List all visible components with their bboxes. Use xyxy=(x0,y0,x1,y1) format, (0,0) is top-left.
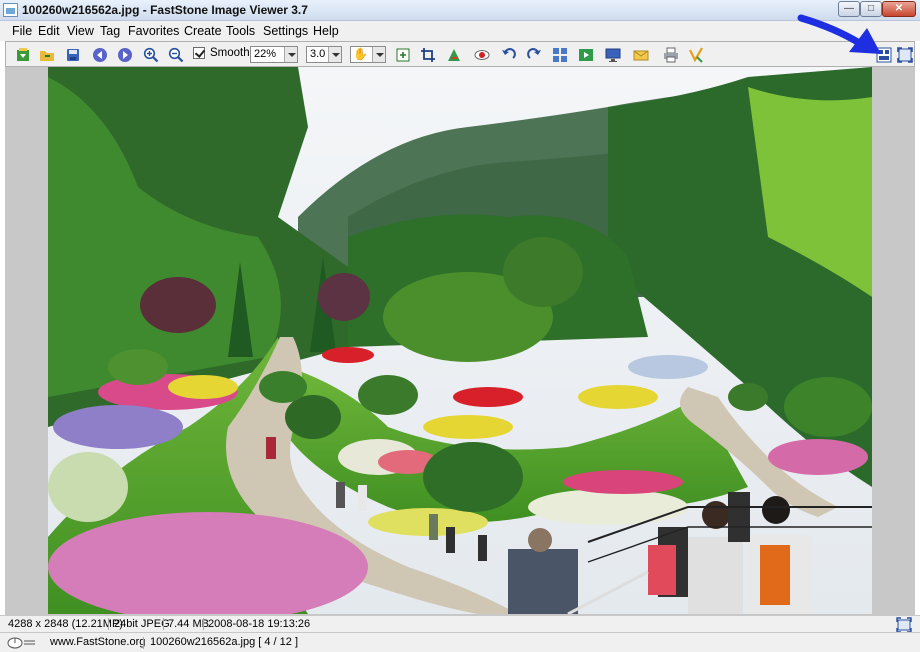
gamma-combo[interactable]: 3.0 xyxy=(306,46,342,63)
website-link[interactable]: www.FastStone.org xyxy=(50,636,145,648)
hand-tool-icon: ✋ xyxy=(353,47,368,61)
chevron-down-icon[interactable] xyxy=(328,47,341,62)
status-separator xyxy=(203,618,204,630)
slideshow-icon[interactable] xyxy=(577,46,594,63)
menu-tools[interactable]: Tools xyxy=(226,24,255,38)
red-eye-icon[interactable] xyxy=(473,46,490,63)
menu-create[interactable]: Create xyxy=(184,24,222,38)
close-button[interactable]: ✕ xyxy=(882,1,916,17)
wallpaper-icon[interactable] xyxy=(604,46,621,63)
zoom-combo[interactable]: 22% xyxy=(250,46,298,63)
menu-favorites[interactable]: Favorites xyxy=(128,24,179,38)
crop-icon[interactable] xyxy=(419,46,436,63)
next-icon[interactable] xyxy=(116,46,133,63)
garden-photo xyxy=(48,67,872,614)
zoom-value: 22% xyxy=(254,48,277,60)
open-file-icon[interactable] xyxy=(14,46,31,63)
image-viewport[interactable] xyxy=(5,67,915,615)
status-separator xyxy=(108,618,109,630)
rotate-left-icon[interactable] xyxy=(500,46,517,63)
rotate-right-icon[interactable] xyxy=(525,46,542,63)
draw-icon[interactable] xyxy=(687,46,704,63)
status-dimensions: 4288 x 2848 (12.21MP) xyxy=(8,618,123,630)
footer-separator xyxy=(143,637,144,649)
save-icon[interactable] xyxy=(64,46,81,63)
resize-icon[interactable] xyxy=(394,46,411,63)
menu-view[interactable]: View xyxy=(67,24,94,38)
toolbar: Smooth 22% 3.0 ✋ xyxy=(5,41,915,67)
print-icon[interactable] xyxy=(662,46,679,63)
menu-bar: File Edit View Tag Favorites Create Tool… xyxy=(0,21,920,41)
menu-tag[interactable]: Tag xyxy=(100,24,120,38)
smooth-toggle[interactable]: Smooth xyxy=(193,47,250,59)
status-datetime: 2008-08-18 19:13:26 xyxy=(208,618,311,630)
previous-icon[interactable] xyxy=(91,46,108,63)
window-title: 100260w216562a.jpg - FastStone Image Vie… xyxy=(22,3,308,17)
browse-folder-icon[interactable] xyxy=(38,46,55,63)
status-format: 24bit JPEG xyxy=(114,618,170,630)
annotation-arrow-icon xyxy=(797,14,881,54)
fullscreen-icon[interactable] xyxy=(896,46,913,63)
zoom-out-icon[interactable] xyxy=(167,46,184,63)
title-bar: 100260w216562a.jpg - FastStone Image Vie… xyxy=(0,0,920,21)
smooth-label: Smooth xyxy=(210,47,250,59)
smooth-checkbox[interactable] xyxy=(193,47,205,59)
gamma-value: 3.0 xyxy=(310,48,326,60)
zoom-in-icon[interactable] xyxy=(142,46,159,63)
app-icon xyxy=(3,3,18,17)
menu-file[interactable]: File xyxy=(12,24,32,38)
menu-settings[interactable]: Settings xyxy=(263,24,308,38)
fit-screen-icon[interactable] xyxy=(895,616,912,633)
menu-edit[interactable]: Edit xyxy=(38,24,60,38)
chevron-down-icon[interactable] xyxy=(284,47,297,62)
file-position: 100260w216562a.jpg [ 4 / 12 ] xyxy=(150,636,299,648)
thumbnails-icon[interactable] xyxy=(551,46,568,63)
mouse-icon xyxy=(6,636,36,649)
email-icon[interactable] xyxy=(632,46,649,63)
menu-help[interactable]: Help xyxy=(313,24,339,38)
status-separator xyxy=(163,618,164,630)
color-adjust-icon[interactable] xyxy=(445,46,462,63)
status-bar: 4288 x 2848 (12.21MP) 24bit JPEG 7.44 MB… xyxy=(0,615,920,633)
chevron-down-icon[interactable] xyxy=(372,47,385,62)
footer-bar: www.FastStone.org 100260w216562a.jpg [ 4… xyxy=(0,632,920,652)
mouse-mode-combo[interactable]: ✋ xyxy=(350,46,386,63)
